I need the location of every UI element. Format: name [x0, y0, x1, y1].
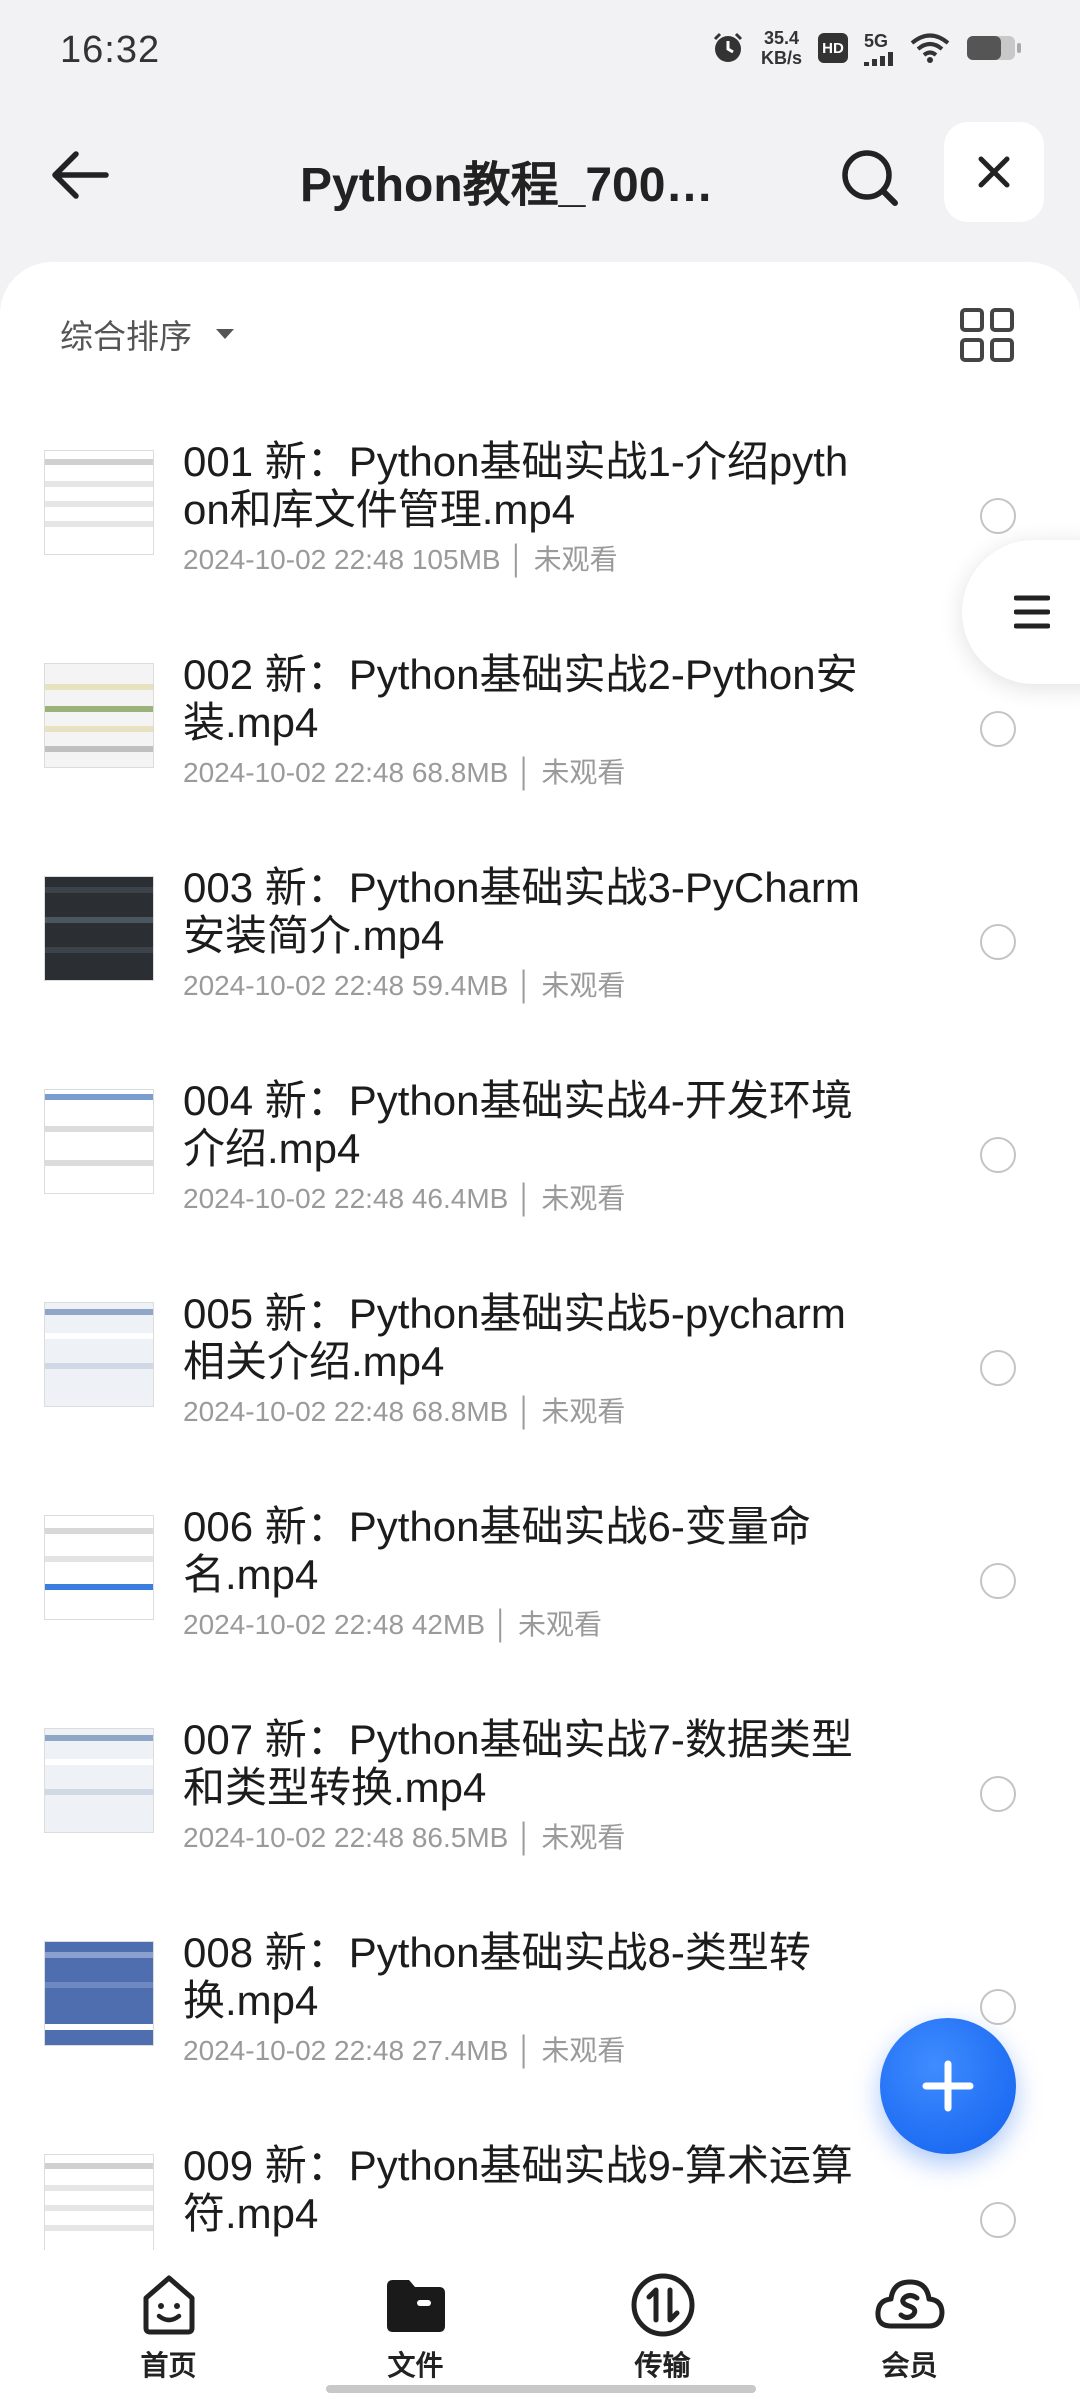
- menu-lines-icon: [1014, 595, 1050, 629]
- search-icon: [842, 150, 898, 206]
- file-meta: 2024-10-02 22:48 46.4MB │ 未观看: [183, 1183, 626, 1214]
- add-button[interactable]: [880, 2018, 1016, 2154]
- status-bar: 16:32 35.4 KB/s HD 5G: [0, 0, 1080, 100]
- file-row[interactable]: 001 新：Python基础实战1-介绍python和库文件管理.mp4 2024…: [0, 410, 1080, 623]
- select-checkbox[interactable]: [980, 498, 1016, 534]
- file-row[interactable]: 005 新：Python基础实战5-pycharm相关介绍.mp4 2024-10…: [0, 1262, 1080, 1475]
- close-icon: [978, 156, 1010, 188]
- nav-files[interactable]: 文件: [292, 2250, 539, 2400]
- select-checkbox[interactable]: [980, 1350, 1016, 1386]
- grid-view-icon: [960, 308, 1014, 362]
- select-checkbox[interactable]: [980, 1563, 1016, 1599]
- video-thumbnail: [44, 1515, 154, 1620]
- plus-icon: [922, 2060, 974, 2112]
- file-name: 008 新：Python基础实战8-类型转换.mp4: [183, 1929, 811, 2024]
- grid-view-button[interactable]: [958, 306, 1016, 364]
- select-checkbox[interactable]: [980, 1137, 1016, 1173]
- sort-label: 综合排序: [60, 318, 192, 355]
- wifi-icon: [910, 33, 950, 63]
- file-row[interactable]: 003 新：Python基础实战3-PyCharm安装简介.mp4 2024-10…: [0, 836, 1080, 1049]
- battery-icon: [967, 36, 1021, 60]
- back-button[interactable]: [40, 140, 120, 210]
- select-checkbox[interactable]: [980, 924, 1016, 960]
- transfer-icon: [631, 2273, 694, 2337]
- status-icons: 35.4 KB/s HD 5G: [711, 28, 1022, 68]
- file-name: 005 新：Python基础实战5-pycharm相关介绍.mp4: [183, 1290, 846, 1385]
- file-row[interactable]: 004 新：Python基础实战4-开发环境介绍.mp4 2024-10-02 2…: [0, 1049, 1080, 1262]
- back-arrow-icon: [52, 151, 109, 199]
- video-thumbnail: [44, 2154, 154, 2259]
- folder-icon: [386, 2280, 445, 2332]
- video-thumbnail: [44, 1302, 154, 1407]
- page-title: Python教程_700…: [300, 159, 714, 212]
- file-meta: 2024-10-02 22:48 68.8MB │ 未观看: [183, 1396, 626, 1427]
- video-thumbnail: [44, 1941, 154, 2046]
- nav-home[interactable]: 首页: [45, 2250, 292, 2400]
- video-thumbnail: [44, 450, 154, 555]
- file-meta: 2024-10-02 22:48 86.5MB │ 未观看: [183, 1822, 626, 1853]
- file-name: 001 新：Python基础实战1-介绍python和库文件管理.mp4: [183, 438, 849, 533]
- nav-home-label: 首页: [140, 2350, 197, 2381]
- file-row[interactable]: 006 新：Python基础实战6-变量命名.mp4 2024-10-02 22:…: [0, 1475, 1080, 1688]
- select-checkbox[interactable]: [980, 2202, 1016, 2238]
- sort-dropdown[interactable]: 综合排序: [60, 310, 236, 358]
- home-indicator: [326, 2385, 756, 2393]
- net-speed: 35.4 KB/s: [761, 28, 802, 68]
- net-speed-value: 35.4: [763, 28, 800, 48]
- status-time: 16:32: [60, 28, 161, 71]
- close-button[interactable]: [944, 122, 1044, 222]
- select-checkbox[interactable]: [980, 1776, 1016, 1812]
- file-row[interactable]: 002 新：Python基础实战2-Python安装.mp4 2024-10-02…: [0, 623, 1080, 836]
- caret-down-icon: [216, 329, 234, 339]
- file-name: 003 新：Python基础实战3-PyCharm安装简介.mp4: [183, 864, 860, 959]
- home-face-icon: [143, 2275, 194, 2335]
- file-meta: 2024-10-02 22:48 42MB │ 未观看: [183, 1609, 603, 1640]
- file-meta: 2024-10-02 22:48 68.8MB │ 未观看: [183, 757, 626, 788]
- nav-files-label: 文件: [387, 2350, 444, 2381]
- file-name: 007 新：Python基础实战7-数据类型和类型转换.mp4: [183, 1716, 853, 1811]
- file-name: 002 新：Python基础实战2-Python安装.mp4: [183, 651, 858, 746]
- video-thumbnail: [44, 663, 154, 768]
- nav-transfer-label: 传输: [634, 2350, 691, 2381]
- file-name: 009 新：Python基础实战9-算术运算符.mp4: [183, 2142, 853, 2237]
- file-meta: 2024-10-02 22:48 27.4MB │ 未观看: [183, 2035, 626, 2066]
- search-button[interactable]: [830, 138, 910, 218]
- file-meta: 2024-10-02 22:48 59.4MB │ 未观看: [183, 970, 626, 1001]
- nav-transfer[interactable]: 传输: [539, 2250, 786, 2400]
- video-thumbnail: [44, 876, 154, 981]
- nav-vip-label: 会员: [881, 2350, 938, 2381]
- file-name: 004 新：Python基础实战4-开发环境介绍.mp4: [183, 1077, 853, 1172]
- video-thumbnail: [44, 1728, 154, 1833]
- file-meta: 2024-10-02 22:48 105MB │ 未观看: [183, 544, 618, 575]
- file-row[interactable]: 007 新：Python基础实战7-数据类型和类型转换.mp4 2024-10-0…: [0, 1688, 1080, 1901]
- file-name: 006 新：Python基础实战6-变量命名.mp4: [183, 1503, 811, 1598]
- video-thumbnail: [44, 1089, 154, 1194]
- signal-5g-icon: 5G: [864, 31, 894, 66]
- alarm-icon: [713, 32, 743, 62]
- vip-cloud-icon: [874, 2279, 944, 2329]
- nav-vip[interactable]: 会员: [786, 2250, 1033, 2400]
- bottom-nav: 首页 文件 传输 会员: [0, 2250, 1080, 2400]
- select-checkbox[interactable]: [980, 711, 1016, 747]
- signal-label: 5G: [864, 30, 889, 51]
- select-checkbox[interactable]: [980, 1989, 1016, 2025]
- hd-icon: HD: [818, 33, 848, 63]
- net-speed-unit: KB/s: [760, 48, 802, 68]
- top-bar: Python教程_700…: [0, 120, 1080, 230]
